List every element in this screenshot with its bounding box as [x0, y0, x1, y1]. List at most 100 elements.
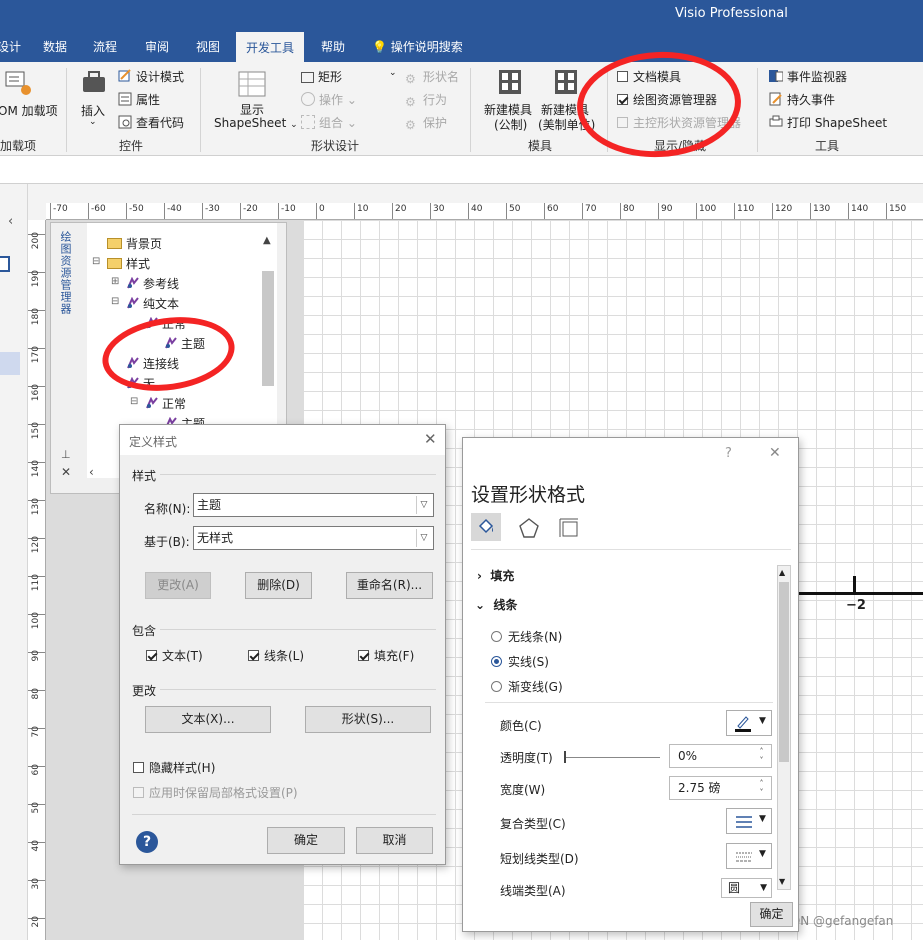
chevron-down-icon[interactable]: ⌄	[389, 68, 397, 78]
tab-4[interactable]: 视图	[196, 38, 220, 55]
rename-button[interactable]: 重命名(R)...	[346, 572, 433, 599]
tab-6[interactable]: 帮助	[321, 38, 345, 55]
operations-button[interactable]: 操作 ⌄	[301, 91, 357, 108]
scroll-left-icon[interactable]: ‹	[89, 465, 94, 479]
protect-button[interactable]: ⚙ 保护	[405, 114, 447, 132]
solid-line-radio[interactable]: 实线(S)	[491, 653, 549, 670]
vertical-ruler[interactable]: 200 190 180 170 160 150 140 130 120 110 100 90 80 70 6…	[28, 220, 46, 940]
collapse-arrow-icon[interactable]: ‹	[8, 214, 13, 229]
tree-node[interactable]: ⊞ 参考线	[111, 275, 179, 292]
chevron-down-icon[interactable]: ▽	[416, 529, 431, 547]
cap-type-select[interactable]: 圆 ▼	[721, 878, 772, 898]
compound-type-button[interactable]: ▼	[726, 808, 772, 834]
dialog-title: 定义样式	[129, 435, 178, 449]
behavior-button[interactable]: ⚙ 行为	[405, 91, 447, 109]
persistent-events-button[interactable]: 持久事件	[769, 91, 835, 108]
tab-7[interactable]: 💡 操作说明搜索	[372, 38, 463, 55]
color-picker-button[interactable]: ▼	[726, 710, 772, 736]
tab-3[interactable]: 审阅	[145, 38, 169, 55]
pane-scrollbar[interactable]: ▲ ▼	[777, 565, 791, 890]
pin-icon[interactable]: ⊥	[61, 448, 71, 461]
pane-title: 设置形状格式	[471, 484, 586, 506]
ok-button[interactable]: 确定	[750, 902, 793, 927]
horizontal-ruler[interactable]: -70 -60 -50 -40 -30 -20 -10 0 10 20 30 40 50 60 70 80 90…	[46, 203, 923, 220]
collapse-icon[interactable]: ⊟	[130, 396, 138, 407]
com-addins-button[interactable]: OM 加载项	[0, 102, 58, 119]
pen-icon	[735, 716, 751, 732]
event-monitor-button[interactable]: 事件监视器	[769, 68, 847, 85]
fill-section-toggle[interactable]: › 填充	[477, 567, 514, 584]
tree-node[interactable]: ⊟ 纯文本	[111, 295, 179, 312]
collapse-icon[interactable]: ⊟	[111, 296, 119, 307]
combine-button[interactable]: 组合 ⌄	[301, 114, 357, 131]
include-line-checkbox[interactable]: 线条(L)	[248, 647, 304, 664]
collapse-icon[interactable]: ⊟	[92, 256, 100, 267]
chevron-down-icon[interactable]: ⌄	[89, 117, 97, 127]
text-button[interactable]: 文本(X)...	[145, 706, 271, 733]
tab-label: 开发工具	[246, 41, 295, 55]
preserve-local-checkbox[interactable]: 应用时保留局部格式设置(P)	[133, 784, 298, 801]
transparency-slider-thumb[interactable]	[564, 751, 566, 763]
pentagon-icon[interactable]	[518, 517, 540, 539]
include-fill-checkbox[interactable]: 填充(F)	[358, 647, 414, 664]
line-section-toggle[interactable]: ⌄ 线条	[475, 596, 517, 613]
shape-button[interactable]: 形状(S)...	[305, 706, 431, 733]
spinner-icon[interactable]: ˄ ˅	[754, 779, 769, 797]
tree-scrollbar-thumb[interactable]	[262, 271, 274, 386]
delete-button[interactable]: 删除(D)	[245, 572, 312, 599]
scrollbar-thumb[interactable]	[779, 582, 789, 762]
checkbox-disabled-icon	[133, 787, 144, 798]
view-code-button[interactable]: 查看代码	[118, 114, 184, 131]
transparency-input[interactable]: 0% ˄ ˅	[669, 744, 772, 768]
chevron-down-icon[interactable]: ▽	[416, 496, 431, 514]
include-text-checkbox[interactable]: 文本(T)	[146, 647, 203, 664]
spinner-icon[interactable]: ˄ ˅	[754, 747, 769, 765]
include-text-label: 文本(T)	[162, 649, 203, 663]
gradient-line-radio[interactable]: 渐变线(G)	[491, 678, 563, 695]
scroll-down-icon[interactable]: ▼	[779, 877, 785, 886]
tab-0[interactable]: 设计	[0, 38, 21, 55]
shape-name-button[interactable]: ⚙ 形状名	[405, 68, 459, 86]
ok-button[interactable]: 确定	[267, 827, 345, 854]
shapes-pane-selected-item[interactable]	[0, 352, 20, 375]
close-icon[interactable]: ✕	[424, 430, 437, 448]
ruler-label: -40	[167, 204, 182, 214]
define-styles-dialog: 定义样式 ✕ 样式 名称(N): 主题 ▽ 基于(B): 无样式 ▽ 更改(A) 删…	[119, 424, 446, 865]
tab-1[interactable]: 数据	[43, 38, 67, 55]
print-shapesheet-button[interactable]: 打印 ShapeSheet	[769, 114, 887, 131]
tree-node[interactable]: ⊟ 样式	[92, 255, 150, 272]
scroll-up-icon[interactable]: ▲	[779, 568, 785, 577]
hidden-style-label: 隐藏样式(H)	[149, 761, 216, 775]
dash-type-button[interactable]: ▼	[726, 843, 772, 869]
help-icon[interactable]: ?	[725, 446, 732, 461]
rectangle-button[interactable]: 矩形	[301, 68, 342, 85]
help-icon[interactable]: ?	[136, 831, 158, 853]
behavior-label: 行为	[423, 93, 448, 107]
dropdown-arrow-icon[interactable]: ▼	[760, 879, 767, 897]
chevron-down-icon: ⌄	[475, 598, 494, 612]
cancel-button[interactable]: 取消	[356, 827, 433, 854]
based-on-combobox[interactable]: 无样式 ▽	[193, 526, 434, 550]
scroll-up-icon[interactable]: ▲	[263, 235, 271, 246]
hidden-style-checkbox[interactable]: 隐藏样式(H)	[133, 759, 215, 776]
fill-line-tab[interactable]	[471, 513, 501, 541]
change-button[interactable]: 更改(A)	[145, 572, 211, 599]
style-name-combobox[interactable]: 主题 ▽	[193, 493, 434, 517]
properties-button[interactable]: 属性	[118, 91, 160, 108]
size-properties-icon[interactable]	[558, 517, 580, 539]
radio-off-icon	[491, 631, 502, 642]
tree-node[interactable]: ⊟ 正常	[130, 395, 186, 412]
close-icon[interactable]: ✕	[61, 465, 71, 479]
no-line-radio[interactable]: 无线条(N)	[491, 628, 562, 645]
design-mode-button[interactable]: 设计模式	[118, 68, 184, 85]
tab-2[interactable]: 流程	[93, 38, 117, 55]
search-icon[interactable]	[0, 256, 10, 272]
show-shapesheet-button[interactable]: ShapeSheet ⌄	[214, 116, 298, 130]
expand-icon[interactable]: ⊞	[111, 276, 119, 287]
checkbox-unchecked-icon	[133, 762, 144, 773]
close-icon[interactable]: ✕	[769, 445, 781, 461]
width-input[interactable]: 2.75 磅 ˄ ˅	[669, 776, 772, 800]
tree-node[interactable]: 背景页	[107, 235, 162, 252]
tab-5[interactable]: 开发工具	[236, 32, 305, 62]
transparency-slider[interactable]	[564, 757, 660, 758]
